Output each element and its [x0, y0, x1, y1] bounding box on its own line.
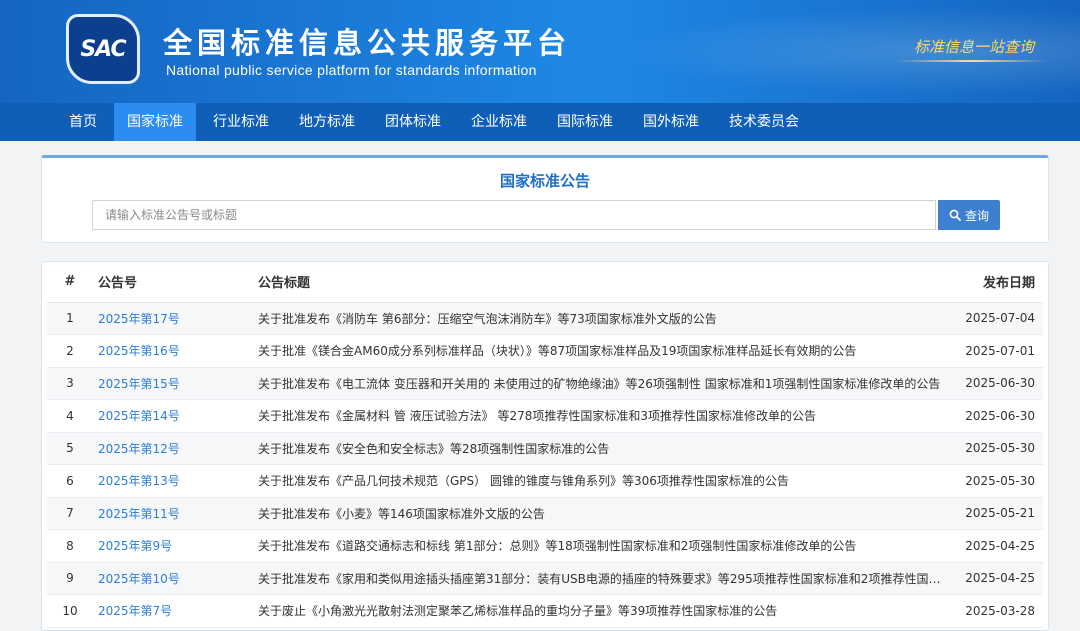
col-header-title: 公告标题	[253, 262, 951, 303]
announcement-title[interactable]: 关于批准发布《安全色和安全标志》等28项强制性国家标准的公告	[253, 432, 951, 465]
announcement-title[interactable]: 关于废止《小角激光光散射法测定聚苯乙烯标准样品的重均分子量》等39项推荐性国家标…	[253, 594, 951, 628]
search-button-label: 查询	[964, 208, 989, 223]
announcement-number-cell[interactable]: 2025年第13号	[93, 464, 253, 498]
col-header-date: 发布日期	[951, 262, 1043, 303]
nav-item[interactable]: 企业标准	[458, 103, 540, 141]
table-row[interactable]: 2 2025年第16号 关于批准《镁合金AM60成分系列标准样品（块状）》等87项国…	[47, 334, 1043, 368]
panel-title: 国家标准公告	[499, 172, 590, 190]
search-input[interactable]	[92, 200, 936, 230]
announcement-number-cell[interactable]: 2025年第9号	[93, 529, 253, 563]
nav-item[interactable]: 行业标准	[200, 103, 282, 141]
row-index: 1	[47, 302, 93, 335]
publish-date: 2025-03-28	[951, 594, 1043, 628]
nav-item[interactable]: 团体标准	[372, 103, 454, 141]
site-subtitle: National public service platform for sta…	[166, 62, 537, 78]
announcement-number-cell[interactable]: 2025年第17号	[93, 302, 253, 335]
announcement-title[interactable]: 关于批准发布《家用和类似用途插头插座第31部分：装有USB电源的插座的特殊要求》…	[253, 562, 951, 595]
row-index: 3	[47, 367, 93, 400]
table-row[interactable]: 7 2025年第11号 关于批准发布《小麦》等146项国家标准外文版的公告 2025-…	[47, 497, 1043, 530]
row-index: 6	[47, 464, 93, 498]
announcement-number-cell[interactable]: 2025年第15号	[93, 367, 253, 400]
search-panel: 国家标准公告 查询	[41, 155, 1049, 243]
search-bar: 查询	[92, 200, 1000, 230]
slogan: 标准信息一站查询	[913, 38, 1034, 56]
announcement-title[interactable]: 关于批准发布《道路交通标志和标线 第1部分：总则》等18项强制性国家标准和2项强…	[253, 529, 951, 563]
col-header-index: #	[47, 262, 93, 303]
announcement-title[interactable]: 关于批准发布《电工流体 变压器和开关用的 未使用过的矿物绝缘油》等26项强制性 …	[253, 367, 951, 400]
nav-item[interactable]: 国外标准	[630, 103, 712, 141]
table-row[interactable]: 1 2025年第17号 关于批准发布《消防车 第6部分：压缩空气泡沫消防车》等73项…	[47, 302, 1043, 335]
row-index: 7	[47, 497, 93, 530]
announcement-number-link[interactable]: 2025年第16号	[98, 344, 180, 358]
table-row[interactable]: 6 2025年第13号 关于批准发布《产品几何技术规范（GPS） 圆锥的锥度与锥角系…	[47, 464, 1043, 498]
announcement-table-panel: # 公告号 公告标题 发布日期 1 2025年第17号 关于批准发布《消防车 第6部…	[41, 261, 1049, 631]
announcement-title[interactable]: 关于批准发布《小麦》等146项国家标准外文版的公告	[253, 497, 951, 530]
search-button[interactable]: 查询	[938, 200, 1000, 230]
table-row[interactable]: 8 2025年第9号 关于批准发布《道路交通标志和标线 第1部分：总则》等18项强制…	[47, 529, 1043, 563]
announcement-number-link[interactable]: 2025年第13号	[98, 474, 180, 488]
announcement-number-cell[interactable]: 2025年第16号	[93, 334, 253, 368]
announcement-number-cell[interactable]: 2025年第12号	[93, 432, 253, 465]
publish-date: 2025-07-01	[951, 334, 1043, 368]
announcement-number-link[interactable]: 2025年第14号	[98, 409, 180, 423]
publish-date: 2025-04-25	[951, 562, 1043, 595]
row-index: 8	[47, 529, 93, 563]
announcement-title[interactable]: 关于批准发布《消防车 第6部分：压缩空气泡沫消防车》等73项国家标准外文版的公告	[253, 302, 951, 335]
table-row[interactable]: 5 2025年第12号 关于批准发布《安全色和安全标志》等28项强制性国家标准的公告…	[47, 432, 1043, 465]
announcement-number-cell[interactable]: 2025年第14号	[93, 399, 253, 433]
announcement-number-link[interactable]: 2025年第9号	[98, 539, 172, 553]
nav-item[interactable]: 地方标准	[286, 103, 368, 141]
row-index: 4	[47, 399, 93, 433]
table-header-row: # 公告号 公告标题 发布日期	[47, 262, 1043, 303]
site-title: 全国标准信息公共服务平台	[163, 26, 572, 60]
row-index: 2	[47, 334, 93, 368]
table-row[interactable]: 3 2025年第15号 关于批准发布《电工流体 变压器和开关用的 未使用过的矿物绝缘…	[47, 367, 1043, 400]
publish-date: 2025-05-21	[951, 497, 1043, 530]
publish-date: 2025-04-25	[951, 529, 1043, 563]
main-nav: 首页 国家标准 行业标准 地方标准 团体标准 企业标准 国际标准 国外标准 技术委员会	[0, 103, 1080, 141]
col-header-number: 公告号	[93, 262, 253, 303]
announcement-number-link[interactable]: 2025年第12号	[98, 442, 180, 456]
row-index: 10	[47, 594, 93, 628]
row-index: 9	[47, 562, 93, 595]
announcement-table: # 公告号 公告标题 发布日期 1 2025年第17号 关于批准发布《消防车 第6部…	[47, 262, 1043, 628]
announcement-number-link[interactable]: 2025年第17号	[98, 312, 180, 326]
announcement-number-link[interactable]: 2025年第11号	[98, 507, 180, 521]
announcement-number-cell[interactable]: 2025年第10号	[93, 562, 253, 595]
nav-item[interactable]: 国家标准	[114, 103, 196, 141]
nav-item[interactable]: 技术委员会	[716, 103, 812, 141]
sac-logo[interactable]: SAC	[66, 14, 140, 84]
announcement-number-cell[interactable]: 2025年第11号	[93, 497, 253, 530]
row-index: 5	[47, 432, 93, 465]
search-icon	[949, 209, 961, 221]
publish-date: 2025-05-30	[951, 432, 1043, 465]
announcement-number-link[interactable]: 2025年第7号	[98, 604, 172, 618]
nav-item[interactable]: 国际标准	[544, 103, 626, 141]
nav-item[interactable]: 首页	[56, 103, 110, 141]
table-row[interactable]: 4 2025年第14号 关于批准发布《金属材料 管 液压试验方法》 等278项推荐性…	[47, 399, 1043, 433]
announcement-title[interactable]: 关于批准发布《金属材料 管 液压试验方法》 等278项推荐性国家标准和3项推荐性…	[253, 399, 951, 433]
publish-date: 2025-06-30	[951, 399, 1043, 433]
logo-text: SAC	[80, 36, 126, 62]
site-header: SAC 全国标准信息公共服务平台 National public service…	[0, 0, 1080, 103]
announcement-number-link[interactable]: 2025年第10号	[98, 572, 180, 586]
publish-date: 2025-06-30	[951, 367, 1043, 400]
table-row[interactable]: 9 2025年第10号 关于批准发布《家用和类似用途插头插座第31部分：装有USB电…	[47, 562, 1043, 595]
announcement-number-link[interactable]: 2025年第15号	[98, 377, 180, 391]
slogan-underline	[896, 60, 1046, 62]
table-row[interactable]: 10 2025年第7号 关于废止《小角激光光散射法测定聚苯乙烯标准样品的重均分子量》…	[47, 594, 1043, 628]
announcement-number-cell[interactable]: 2025年第7号	[93, 594, 253, 628]
publish-date: 2025-07-04	[951, 302, 1043, 335]
publish-date: 2025-05-30	[951, 464, 1043, 498]
announcement-title[interactable]: 关于批准《镁合金AM60成分系列标准样品（块状）》等87项国家标准样品及19项国…	[253, 334, 951, 368]
announcement-title[interactable]: 关于批准发布《产品几何技术规范（GPS） 圆锥的锥度与锥角系列》等306项推荐性…	[253, 464, 951, 498]
